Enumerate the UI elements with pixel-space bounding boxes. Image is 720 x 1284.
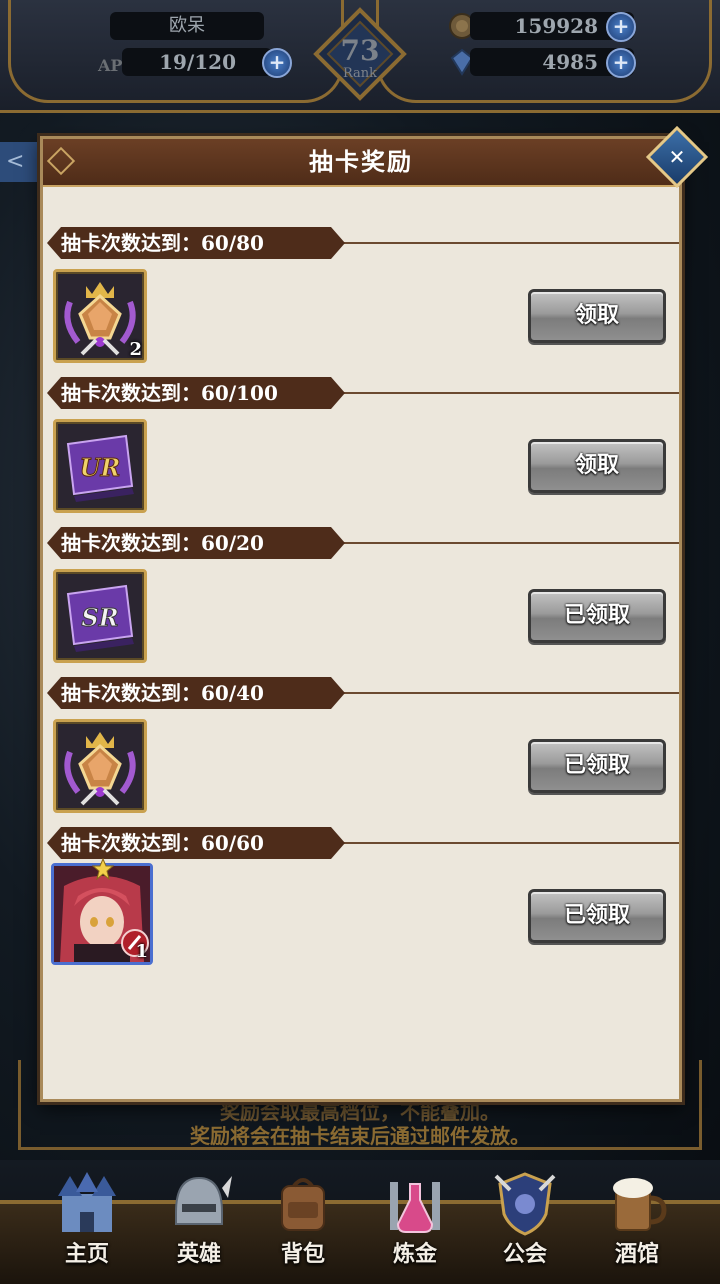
claimed-button[interactable]: 已领取 [528, 889, 666, 943]
reward-row: 抽卡次数达到：60/20 SR 已领取 [43, 525, 679, 675]
helmet-icon [175, 1176, 232, 1225]
reward-note-line2: 奖励将会在抽卡结束后通过邮件发放。 [190, 1124, 530, 1148]
add-gold-button[interactable]: + [606, 12, 636, 42]
claim-button[interactable]: 领取 [528, 289, 666, 343]
row-divider [323, 842, 679, 844]
row-divider [323, 392, 679, 394]
reward-row: 抽卡次数达到：60/40 已领取 [43, 675, 679, 825]
nav-tavern[interactable]: 酒馆 [582, 1160, 692, 1281]
threshold-label: 抽卡次数达到：60/20 [61, 531, 264, 555]
threshold-label: 抽卡次数达到：60/40 [61, 681, 264, 705]
nav-heroes[interactable]: 英雄 [144, 1160, 254, 1281]
add-gem-button[interactable]: + [606, 48, 636, 78]
row-banner: 抽卡次数达到：60/20 [47, 527, 345, 559]
backpack-icon [281, 1178, 325, 1231]
reward-row: 抽卡次数达到：60/80 2 领取 [43, 225, 679, 375]
close-icon: ✕ [668, 145, 686, 169]
threshold-label: 抽卡次数达到：60/60 [61, 831, 264, 855]
ur-ticket-icon: UR [66, 434, 134, 502]
nav-label: 背包 [280, 1242, 325, 1267]
svg-text:UR: UR [80, 453, 121, 482]
ap-value: 19/120 [122, 48, 272, 76]
sr-ticket-icon: SR [66, 584, 134, 652]
bottom-nav: 主页 英雄 背包 炼金 公会 酒馆 [0, 1160, 720, 1284]
dialog-header: 抽卡奖励 [43, 139, 679, 187]
rank-badge: 73 Rank [312, 6, 408, 102]
threshold-progress: 60/40 [201, 681, 264, 705]
claimed-button[interactable]: 已领取 [528, 589, 666, 643]
row-divider [323, 692, 679, 694]
reward-row: 抽卡次数达到：60/100 UR 领取 [43, 375, 679, 525]
reward-item-slot[interactable]: 1 [51, 858, 153, 965]
back-arrow-icon[interactable]: < [0, 142, 44, 182]
row-divider [323, 542, 679, 544]
nav-label: 酒馆 [614, 1242, 659, 1267]
row-divider [323, 242, 679, 244]
reward-list: 抽卡次数达到：60/80 2 领取 抽卡次数达到：60/100 UR 领取 抽卡… [43, 225, 679, 975]
tavern-mug-icon [613, 1178, 667, 1231]
star-icon [92, 858, 114, 880]
crest-emblem-icon [64, 732, 136, 806]
threshold-label: 抽卡次数达到：60/100 [61, 381, 278, 405]
nav-alchemy[interactable]: 炼金 [360, 1160, 470, 1281]
threshold-label: 抽卡次数达到：60/80 [61, 231, 264, 255]
rank-label: Rank [342, 66, 378, 81]
potion-icon [390, 1182, 440, 1233]
player-name: 欧呆 [110, 12, 264, 40]
item-count: 2 [129, 339, 142, 360]
row-banner: 抽卡次数达到：60/60 [47, 827, 345, 859]
reward-row: 抽卡次数达到：60/60 1 已领取 [43, 825, 679, 975]
svg-text:SR: SR [81, 603, 118, 632]
nav-label: 主页 [64, 1242, 109, 1267]
nav-guild[interactable]: 公会 [470, 1160, 580, 1281]
status-bar: 欧呆 AP 19/120 + 73 Rank 159928 + 4985 + [0, 0, 720, 113]
item-count: 1 [135, 941, 148, 962]
threshold-progress: 60/60 [201, 831, 264, 855]
row-banner: 抽卡次数达到：60/40 [47, 677, 345, 709]
reward-item-slot[interactable]: 2 [53, 269, 147, 363]
claimed-button[interactable]: 已领取 [528, 739, 666, 793]
ap-label: AP [98, 56, 123, 75]
rank-number: 73 [340, 34, 380, 67]
nav-label: 炼金 [392, 1242, 437, 1267]
nav-label: 英雄 [176, 1242, 221, 1267]
claim-button[interactable]: 领取 [528, 439, 666, 493]
gacha-reward-dialog: 抽卡奖励 ✕ 抽卡次数达到：60/80 2 领取 抽卡次数达到：60/100 U… [40, 125, 709, 1102]
threshold-progress: 60/80 [201, 231, 264, 255]
guild-shield-icon [494, 1172, 556, 1236]
row-banner: 抽卡次数达到：60/80 [47, 227, 345, 259]
reward-item-slot[interactable]: SR [53, 569, 147, 663]
castle-icon [58, 1172, 116, 1232]
nav-bag[interactable]: 背包 [248, 1160, 358, 1281]
row-banner: 抽卡次数达到：60/100 [47, 377, 345, 409]
add-ap-button[interactable]: + [262, 48, 292, 78]
nav-home[interactable]: 主页 [32, 1160, 142, 1281]
threshold-progress: 60/20 [201, 531, 264, 555]
reward-item-slot[interactable] [53, 719, 147, 813]
dialog-title: 抽卡奖励 [309, 148, 413, 176]
reward-item-slot[interactable]: UR [53, 419, 147, 513]
threshold-progress: 60/100 [201, 381, 278, 405]
nav-label: 公会 [502, 1242, 547, 1267]
